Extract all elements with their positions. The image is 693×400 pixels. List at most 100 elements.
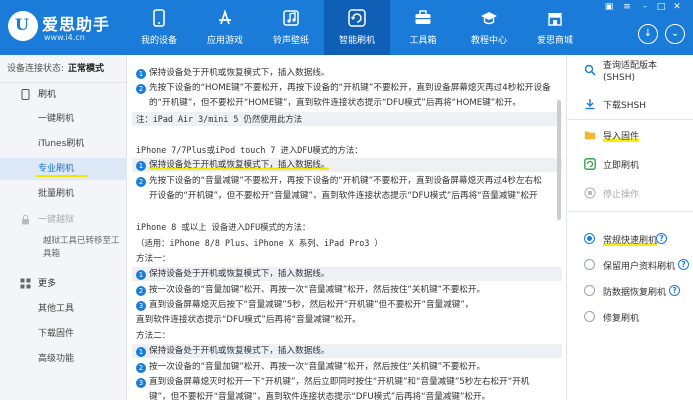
- flash-now-button[interactable]: 立即刷机: [567, 153, 693, 177]
- radio-button[interactable]: [584, 311, 595, 322]
- sidebar-item-advanced[interactable]: 高级功能: [0, 348, 127, 370]
- step-number: 1: [136, 270, 146, 280]
- option-keep-data-flash[interactable]: 保留用户资料刷机 ?: [567, 255, 693, 275]
- app-logo: U 爱思助手 www.i4.cn: [8, 8, 128, 48]
- sidebar-item-other-tools[interactable]: 其他工具: [0, 298, 127, 320]
- option-anti-recovery-flash[interactable]: 防数据恢复刷机 ?: [567, 281, 693, 301]
- nav-store[interactable]: 爱思商城: [522, 0, 588, 55]
- app-url: www.i4.cn: [44, 33, 85, 42]
- nav-label: 工具箱: [409, 36, 437, 46]
- settings-circle-icon[interactable]: ⌄: [665, 24, 685, 44]
- nav-toolbox[interactable]: 工具箱: [390, 0, 456, 55]
- query-shsh-button[interactable]: 查询适配版本 (SHSH): [567, 59, 693, 89]
- nav-label: 我的设备: [140, 36, 177, 46]
- step-number: 1: [136, 347, 146, 357]
- sidebar-item-batch-flash[interactable]: 批量刷机: [0, 183, 127, 205]
- section-subheading: （适用：iPhone 8/8 Plus、iPhone X 系列、iPad Pro…: [136, 236, 383, 250]
- instruction-line: 开设备的“开机键”，但不要松开“音量减键”，直到软件连接状态提示“DFU模式”后…: [136, 189, 538, 203]
- graduation-cap-icon: [481, 12, 497, 25]
- content-scrollbar[interactable]: [557, 100, 561, 220]
- instruction-line: 3 直到设备屏幕熄灭时松开一下“开机键”，然后立即同时按住“开机键”和“音量减键”…: [136, 375, 529, 389]
- instruction-line: 2 先按下设备的“HOME键”不要松开，再按下设备的“开机键”不要松开，直到设备屏…: [136, 81, 551, 95]
- instruction-text: 注：iPad Air 3/mini 5 仍然使用此方法: [136, 114, 303, 124]
- download-shsh-button[interactable]: 下载SHSH: [567, 93, 693, 117]
- nav-label: 智能刷机: [338, 36, 375, 46]
- step-number: 3: [136, 378, 146, 388]
- instruction-text: 直到软件连接状态提示“DFU模式”后再将“音量减键”松开。: [136, 315, 361, 325]
- instruction-text: 保持设备处于开机或恢复模式下，插入数据线。: [149, 269, 330, 279]
- instruction-text: 方法一：: [136, 254, 171, 264]
- download-circle-icon[interactable]: ↓: [638, 24, 658, 44]
- sidebar-item-itunes-flash[interactable]: iTunes刷机: [0, 133, 127, 155]
- flash-icon: [584, 158, 596, 170]
- sidebar-item-download-firmware[interactable]: 下载固件: [0, 323, 127, 345]
- import-firmware-label: 导入固件: [603, 129, 640, 142]
- help-icon[interactable]: ?: [678, 259, 689, 270]
- nav-my-device[interactable]: 我的设备: [126, 0, 192, 55]
- instruction-text: 直到设备屏幕熄灭后按下“音量减键”5秒，然后松开“开机键”但不要松开“音量减键”…: [149, 300, 474, 310]
- option-repair-flash[interactable]: 修复刷机: [567, 307, 693, 327]
- nav-label: 铃声壁纸: [272, 36, 309, 46]
- nav-smart-flash[interactable]: 智能刷机: [324, 0, 390, 55]
- sidebar-group-more: 更多: [0, 273, 127, 295]
- step-number: 2: [136, 286, 146, 296]
- app-store-icon: [219, 9, 231, 25]
- option-label: 常规快速刷机: [603, 233, 658, 246]
- app-header: U 爱思助手 www.i4.cn 我的设备 应用游戏 铃声壁纸 智能刷机 工具箱…: [0, 0, 693, 55]
- import-firmware-button[interactable]: 导入固件: [567, 124, 693, 148]
- maximize-icon[interactable]: □: [656, 2, 666, 12]
- connection-status-label: 设备连接状态:: [7, 64, 65, 74]
- app-name: 爱思助手: [42, 15, 111, 34]
- instruction-text: iPhone 8 或以上 设备进入DFU模式的方法：: [136, 222, 311, 232]
- minimize-icon[interactable]: –: [640, 2, 650, 12]
- help-icon[interactable]: ?: [656, 233, 667, 244]
- skin-icon[interactable]: ▣: [604, 2, 614, 12]
- instruction-text: 方法二：: [136, 331, 171, 341]
- nav-tutorials[interactable]: 教程中心: [456, 0, 522, 55]
- option-label: 防数据恢复刷机: [603, 288, 667, 298]
- phone-icon: [21, 89, 30, 100]
- radio-button[interactable]: [584, 233, 595, 244]
- sidebar-item-label: 一键刷机: [38, 114, 75, 124]
- method-heading: 方法一：: [136, 252, 170, 266]
- help-icon[interactable]: ?: [669, 285, 680, 296]
- instruction-line: 1 保持设备处于开机或恢复模式下，插入数据线。: [132, 267, 562, 281]
- nav-ringtones-wallpapers[interactable]: 铃声壁纸: [258, 0, 324, 55]
- highlight-mark: [36, 175, 88, 177]
- instruction-line: 2 先按下设备的“音量减键”不要松开，再按下设备的“开机键”不要松开，直到设备屏幕…: [136, 174, 542, 188]
- sidebar-item-label: 专业刷机: [38, 164, 75, 174]
- nav-apps-games[interactable]: 应用游戏: [192, 0, 258, 55]
- connection-status: 设备连接状态: 正常模式: [0, 55, 127, 83]
- sidebar-item-one-click-flash[interactable]: 一键刷机: [0, 108, 127, 130]
- instruction-text: 直到设备屏幕熄灭时松开一下“开机键”，然后立即同时按住“开机键”和“音量减键”5…: [149, 377, 530, 387]
- toolbox-icon: [415, 10, 431, 24]
- sidebar-item-label: 下载固件: [38, 329, 75, 339]
- grid-icon: [20, 278, 31, 289]
- close-icon[interactable]: ✕: [672, 2, 682, 12]
- instruction-text: 开设备的“开机键”，但不要松开“音量减键”，直到软件连接状态提示“DFU模式”后…: [149, 191, 538, 201]
- section-heading: iPhone 8 或以上 设备进入DFU模式的方法：: [136, 220, 310, 234]
- window-controls: ▣ ≡ – □ ✕: [600, 2, 690, 14]
- instruction-text: 先按下设备的“音量减键”不要松开，再按下设备的“开机键”不要松开，直到设备屏幕熄…: [149, 176, 542, 186]
- instruction-text: iPhone 7/7Plus或iPod touch 7 进入DFU模式的方法：: [136, 145, 363, 155]
- step-number: 2: [136, 84, 146, 94]
- option-normal-fast-flash[interactable]: 常规快速刷机 ?: [567, 229, 693, 249]
- sidebar-item-label: iTunes刷机: [38, 139, 85, 149]
- radio-button[interactable]: [584, 259, 595, 270]
- divider: [567, 211, 693, 212]
- stop-operation-button[interactable]: 停止操作: [567, 182, 693, 206]
- menu-icon[interactable]: ≡: [622, 2, 632, 12]
- sidebar-item-label: 批量刷机: [38, 189, 75, 199]
- instruction-line: 直到软件连接状态提示“DFU模式”后再将“音量减键”松开。: [136, 313, 361, 327]
- step-number: 1: [136, 69, 146, 79]
- sidebar-group-label: 更多: [38, 279, 57, 289]
- download-icon: [585, 99, 595, 110]
- sidebar-item-label: 高级功能: [38, 354, 75, 364]
- step-number: 2: [136, 363, 146, 373]
- instruction-line: 2 按一次设备的“音量加键”松开、再按一次“音量减键”松开，然后按住“关机键”不要…: [136, 360, 485, 374]
- sidebar-item-label: 其他工具: [38, 304, 75, 314]
- phone-icon: [153, 9, 165, 27]
- sidebar-group-label: 刷机: [38, 90, 57, 100]
- radio-button[interactable]: [584, 285, 595, 296]
- section-heading: iPhone 7/7Plus或iPod touch 7 进入DFU模式的方法：: [136, 143, 363, 157]
